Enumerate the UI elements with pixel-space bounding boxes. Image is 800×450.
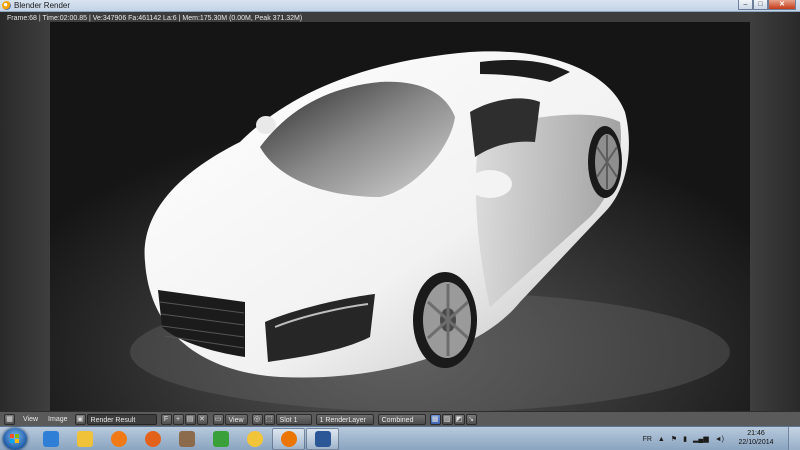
battery-icon[interactable]: ▮ (683, 435, 687, 443)
render-result-image[interactable] (50, 22, 750, 411)
taskbar-app-word[interactable] (306, 428, 339, 450)
language-indicator[interactable]: FR (643, 436, 652, 443)
windows-taskbar: FR ▲ ⚑ ▮ ▂▄▆ ◄) 21:46 22/10/2014 (0, 426, 800, 450)
volume-icon[interactable]: ◄) (715, 436, 724, 443)
blender-app-icon (2, 1, 11, 10)
fake-user-button[interactable]: F (160, 413, 172, 425)
taskbar-app-internet-explorer[interactable] (34, 428, 67, 450)
clock[interactable]: 21:46 22/10/2014 (734, 429, 778, 447)
canvas-background-right (750, 12, 800, 411)
image-editor-header: ▦ View Image ▣ Render Result F + ▤ ✕ ▭ V… (0, 411, 800, 426)
view-dropdown[interactable]: View (224, 413, 248, 425)
taskbar-app-file-explorer[interactable] (68, 428, 101, 450)
image-menu[interactable]: Image (45, 414, 70, 425)
network-icon[interactable]: ▂▄▆ (693, 435, 709, 443)
slot-dropdown[interactable]: Slot 1 (275, 413, 312, 425)
window-controls: – □ ✕ (738, 0, 796, 11)
taskbar-app-blender[interactable] (272, 428, 305, 450)
window-title-bar[interactable]: Blender Render – □ ✕ (0, 0, 800, 12)
clock-time: 21:46 (747, 430, 765, 437)
action-center-flag-icon[interactable]: ⚑ (671, 435, 677, 443)
view-mode-icon[interactable]: ▭ (212, 413, 224, 425)
window-title: Blender Render (14, 1, 71, 10)
view-menu[interactable]: View (20, 414, 41, 425)
taskbar-app-app-yellow[interactable] (238, 428, 271, 450)
system-tray: FR ▲ ⚑ ▮ ▂▄▆ ◄) (643, 427, 730, 450)
scopes-icon[interactable]: ↘ (465, 413, 477, 425)
show-desktop-button[interactable] (788, 427, 800, 450)
internet-explorer-icon (42, 431, 59, 447)
alpha-icon[interactable]: ▨ (441, 413, 453, 425)
unlink-image-icon[interactable]: ✕ (196, 413, 208, 425)
editor-type-icon[interactable]: ▦ (4, 413, 15, 425)
tray-arrow-icon[interactable]: ▲ (658, 436, 665, 443)
image-browse-icon[interactable]: ▣ (74, 413, 86, 425)
render-layer-dropdown[interactable]: 1 RenderLayer (315, 413, 374, 425)
taskbar-app-game-app[interactable] (170, 428, 203, 450)
game-app-icon (178, 431, 195, 447)
minimize-button[interactable]: – (738, 0, 753, 10)
pin-icon[interactable]: ⬚ (263, 413, 275, 425)
firefox-icon (144, 431, 161, 447)
app-yellow-icon (246, 431, 263, 447)
taskbar-apps (34, 428, 340, 450)
image-name-field[interactable]: Render Result (86, 413, 157, 425)
canvas-background-left (0, 12, 50, 411)
car-render-illustration (50, 22, 750, 411)
taskbar-app-app-green[interactable] (204, 428, 237, 450)
image-editor-area[interactable]: Frame:68 | Time:02:00.85 | Ve:347906 Fa:… (0, 12, 800, 411)
open-image-icon[interactable]: ▤ (184, 413, 196, 425)
app-green-icon (212, 431, 229, 447)
clock-date: 22/10/2014 (738, 439, 774, 446)
word-icon (314, 431, 331, 447)
media-player-icon (110, 431, 127, 447)
render-pass-dropdown[interactable]: Combined (377, 413, 426, 425)
draw-channels-icon[interactable]: ▩ (429, 413, 441, 425)
maximize-button[interactable]: □ (753, 0, 768, 10)
close-button[interactable]: ✕ (768, 0, 796, 10)
z-buffer-icon[interactable]: ◩ (453, 413, 465, 425)
pivot-icon[interactable]: ◎ (251, 413, 263, 425)
taskbar-app-media-player[interactable] (102, 428, 135, 450)
blender-icon (280, 431, 297, 447)
new-image-icon[interactable]: + (172, 413, 184, 425)
taskbar-app-firefox[interactable] (136, 428, 169, 450)
file-explorer-icon (76, 431, 93, 447)
windows-logo-icon (10, 434, 20, 444)
start-button[interactable] (3, 428, 27, 450)
